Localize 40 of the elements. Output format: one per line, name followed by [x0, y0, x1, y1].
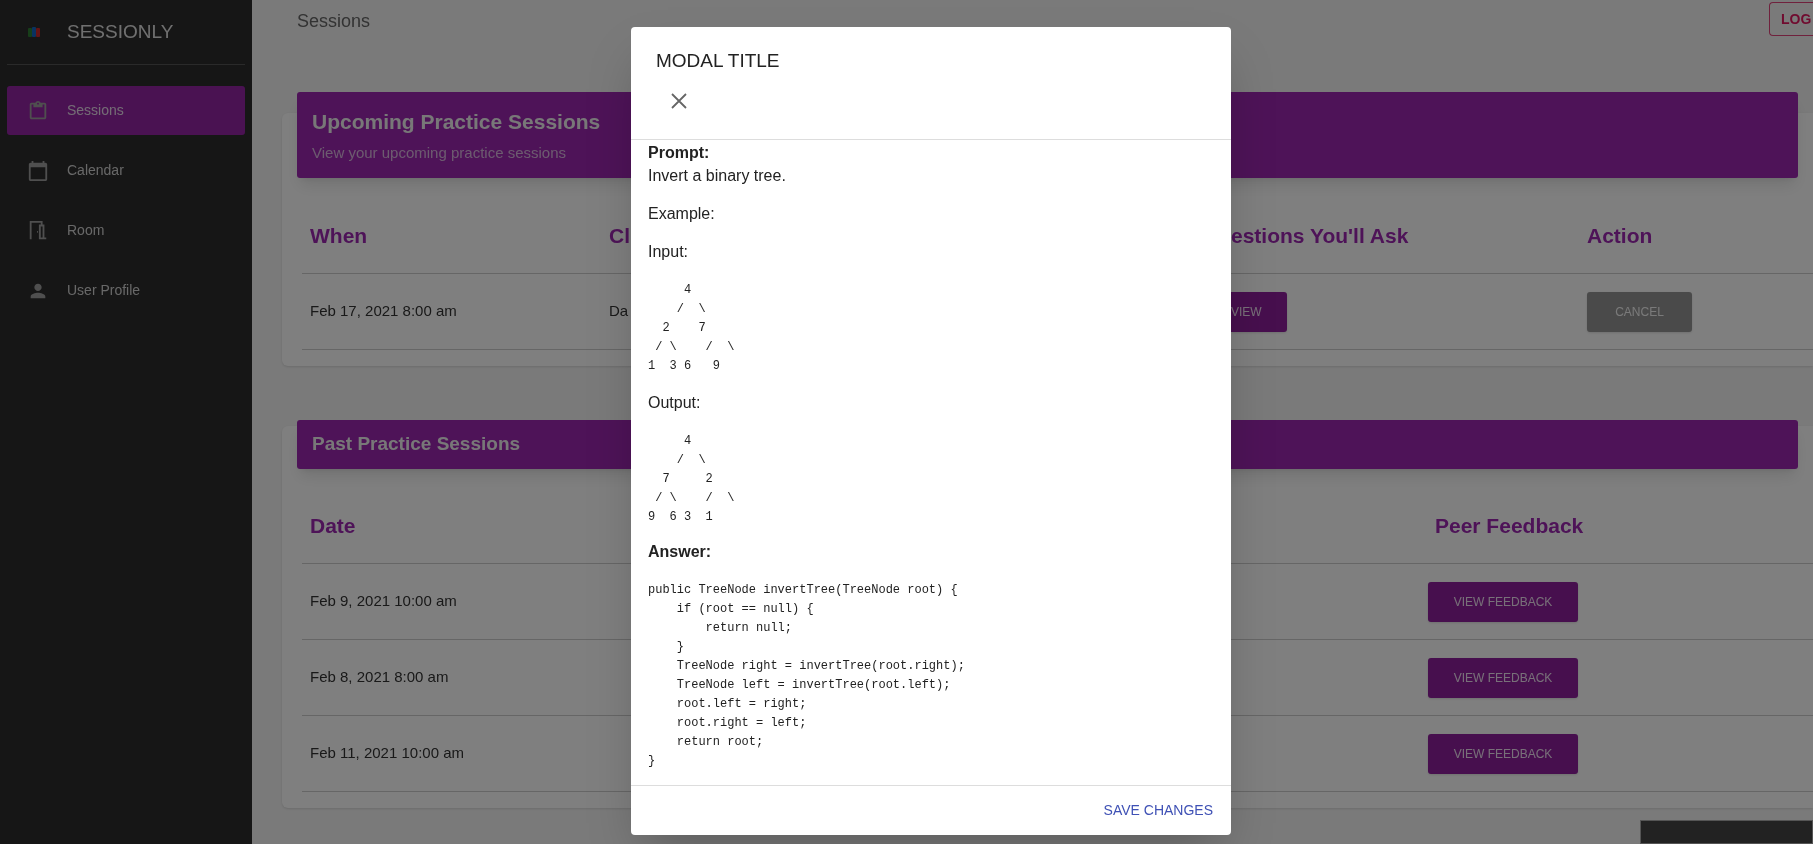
sidebar-item[interactable]: Calendar [7, 146, 245, 195]
view-feedback-button[interactable]: VIEW FEEDBACK [1428, 657, 1578, 698]
code-text: 4 / \ 2 7 / \ / \ 1 3 6 9 [648, 282, 735, 375]
table-cell-text: Feb 11, 2021 10:00 am [310, 743, 464, 764]
card-subtitle: View your upcoming practice sessions [312, 142, 566, 163]
body-text: Example: [648, 204, 715, 224]
table-cell-text: Feb 17, 2021 8:00 am [310, 301, 457, 322]
table-cell-text: Da [609, 301, 629, 322]
column-header: Date [310, 513, 356, 540]
card-title: Past Practice Sessions [312, 432, 521, 457]
code-text: public TreeNode invertTree(TreeNode root) { if (root == null) { return null; } TreeNode right = invertTree(root.right); TreeNode left = invertTree(root.left); root.left = right; root.right = left; return root; } [648, 582, 965, 770]
logout-button[interactable]: LOG [1769, 2, 1813, 36]
modal-title: MODAL TITLE [656, 49, 781, 73]
save-changes-button[interactable]: SAVE CHANGES [1101, 800, 1215, 821]
column-header: Action [1587, 223, 1653, 250]
view-feedback-button[interactable]: VIEW FEEDBACK [1428, 733, 1578, 774]
view-feedback-button[interactable]: VIEW FEEDBACK [1428, 581, 1578, 622]
body-text: Input: [648, 242, 689, 262]
column-header: Cl [609, 223, 630, 250]
door-icon [27, 219, 49, 242]
field-label: Prompt: [648, 143, 710, 163]
column-header: Peer Feedback [1435, 513, 1584, 540]
table-cell-text: Feb 8, 2021 8:00 am [310, 667, 449, 688]
brand-name: SESSIONLY [67, 19, 174, 44]
body-text: Output: [648, 393, 701, 413]
code-text: 4 / \ 7 2 / \ / \ 9 6 3 1 [648, 433, 735, 526]
clipboard-icon [27, 99, 49, 122]
logo-icon [27, 26, 41, 38]
sidebar-item[interactable]: Room [7, 206, 245, 255]
table-cell-text: Feb 9, 2021 10:00 am [310, 591, 457, 612]
calendar-icon [27, 159, 49, 182]
column-header: estions You'll Ask [1231, 223, 1409, 250]
page-title: Sessions [297, 10, 371, 33]
column-header: When [310, 223, 368, 250]
sidebar-item[interactable]: Sessions [7, 86, 245, 135]
body-text: Invert a binary tree. [648, 166, 786, 186]
view-button[interactable]: VIEW [1231, 291, 1287, 332]
field-label: Answer: [648, 542, 712, 562]
sidebar-item[interactable]: User Profile [7, 266, 245, 315]
card-title: Upcoming Practice Sessions [312, 109, 602, 135]
